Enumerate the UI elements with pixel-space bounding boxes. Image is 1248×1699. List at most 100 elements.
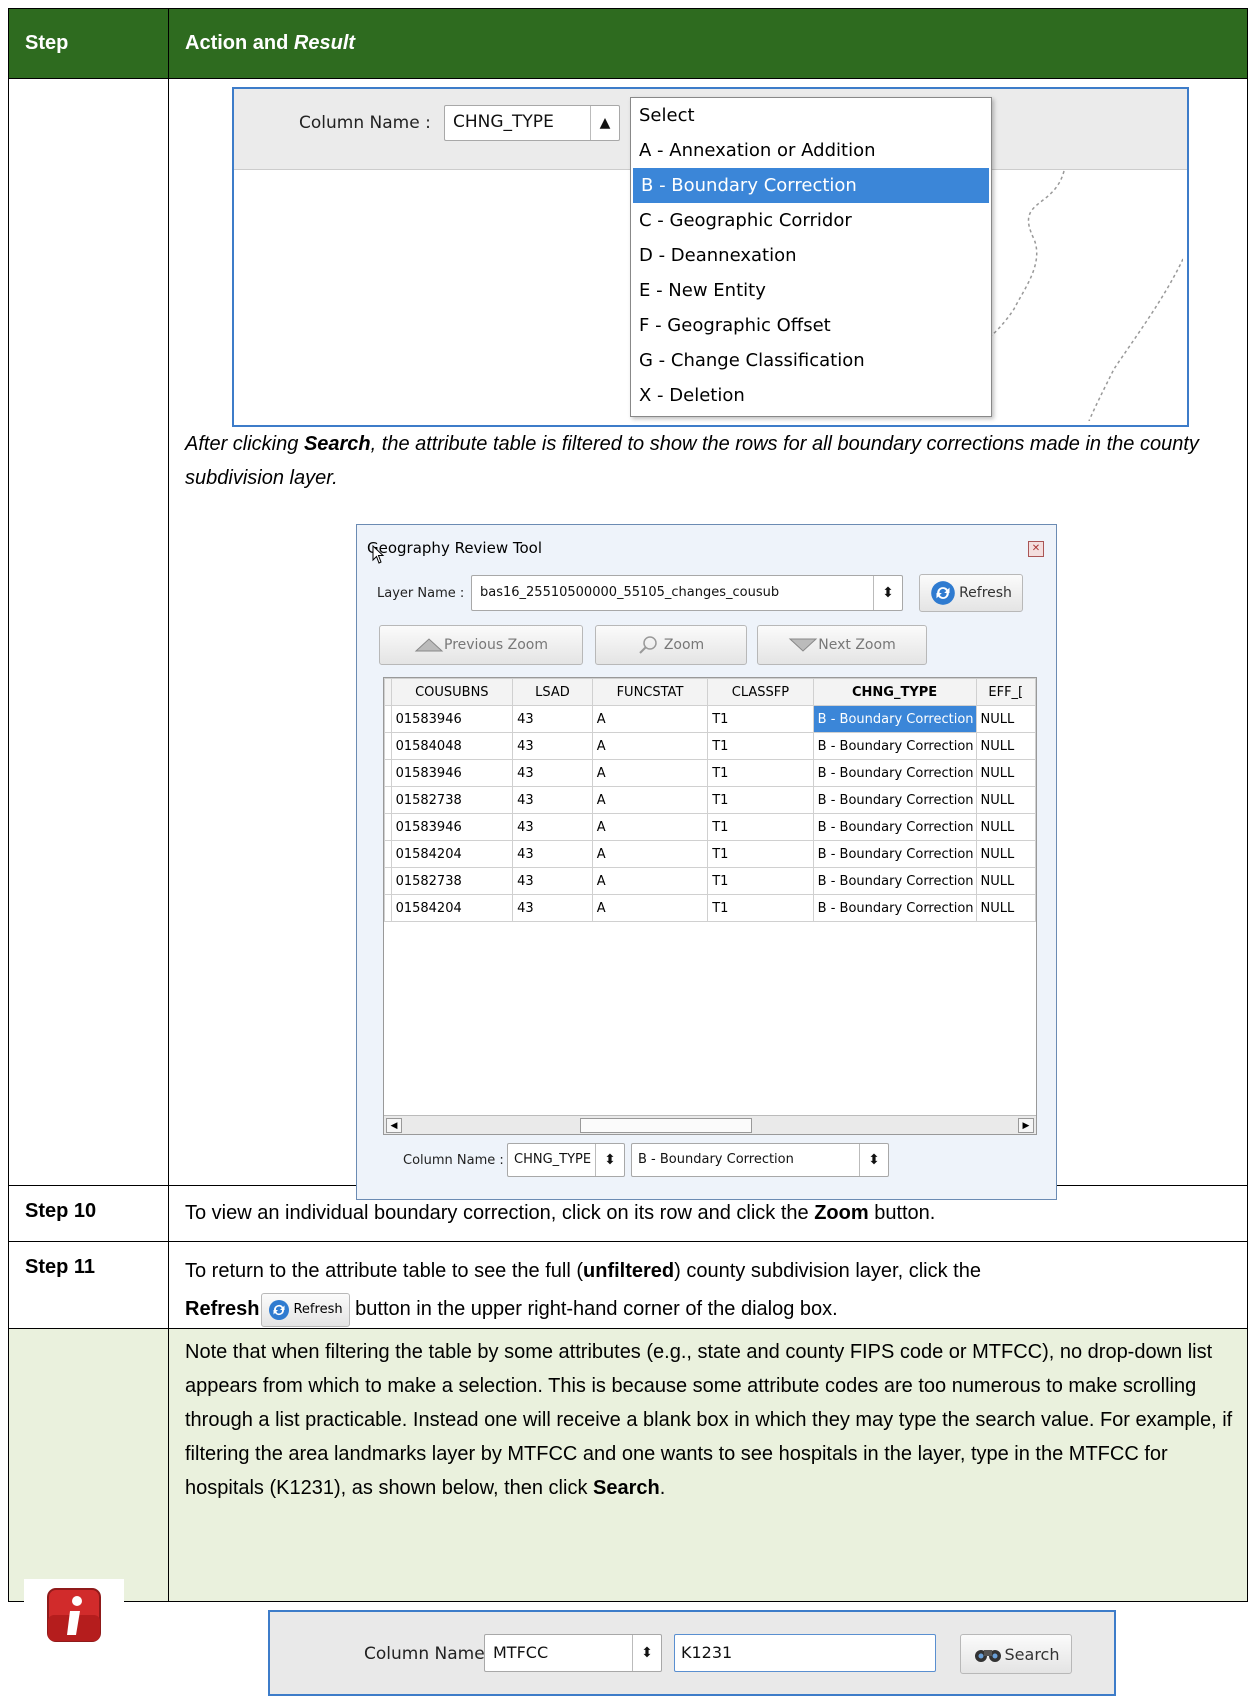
refresh-button[interactable]: Refresh <box>919 574 1023 612</box>
col-header[interactable]: CHNG_TYPE <box>812 678 977 706</box>
scroll-right-icon[interactable]: ▶ <box>1018 1118 1034 1133</box>
cell[interactable]: T1 <box>707 867 814 895</box>
dropdown-option[interactable]: F - Geographic Offset <box>631 308 991 343</box>
dropdown-option[interactable]: X - Deletion <box>631 378 991 413</box>
cell[interactable]: 43 <box>512 786 593 814</box>
cell[interactable]: NULL <box>975 894 1036 922</box>
close-icon[interactable]: ✕ <box>1028 541 1044 557</box>
col-header[interactable]: COUSUBNS <box>390 678 514 706</box>
dropdown-option-selected[interactable]: B - Boundary Correction <box>633 168 989 203</box>
table-row[interactable]: 01582738 43 A T1 B - Boundary Correction NULL <box>384 786 1036 814</box>
cell[interactable]: 01584204 <box>390 894 514 922</box>
step10-label: Step 10 <box>25 1200 97 1222</box>
previous-zoom-button[interactable]: Previous Zoom <box>379 625 583 665</box>
result-caption: After clicking Search, the attribute tab… <box>185 433 1199 489</box>
scroll-thumb[interactable] <box>580 1118 752 1133</box>
col-header[interactable]: EFF_[ <box>975 678 1036 706</box>
cell[interactable]: A <box>591 786 709 814</box>
table-row[interactable]: 01584048 43 A T1 B - Boundary Correction NULL <box>384 732 1036 760</box>
refresh-icon <box>269 1299 290 1320</box>
change-type-dropdown-list[interactable]: Select A - Annexation or Addition B - Bo… <box>630 97 992 417</box>
cell[interactable]: T1 <box>707 705 814 733</box>
cell[interactable]: T1 <box>707 813 814 841</box>
table-row[interactable]: 01582738 43 A T1 B - Boundary Correction NULL <box>384 867 1036 895</box>
cell[interactable]: B - Boundary Correction <box>812 840 977 868</box>
cell[interactable]: NULL <box>975 705 1036 733</box>
cell[interactable]: 01583946 <box>390 705 514 733</box>
cell[interactable]: NULL <box>975 840 1036 868</box>
cell[interactable]: 43 <box>512 759 593 787</box>
layer-name-select[interactable]: bas16_25510500000_55105_changes_cousub ⬍ <box>471 575 903 611</box>
col-header[interactable]: CLASSFP <box>707 678 814 706</box>
cell[interactable]: T1 <box>707 894 814 922</box>
zoom-button[interactable]: Zoom <box>595 625 747 665</box>
table-row[interactable]: 01584204 43 A T1 B - Boundary Correction NULL <box>384 840 1036 868</box>
cell[interactable]: 01582738 <box>390 867 514 895</box>
search-button[interactable]: Search <box>960 1634 1072 1674</box>
select-arrows-icon: ⬍ <box>859 1144 888 1176</box>
cell[interactable]: B - Boundary Correction <box>812 732 977 760</box>
cell[interactable]: B - Boundary Correction <box>812 894 977 922</box>
cell-selected[interactable]: B - Boundary Correction <box>812 705 977 733</box>
cell[interactable]: B - Boundary Correction <box>812 813 977 841</box>
dropdown-option[interactable]: G - Change Classification <box>631 343 991 378</box>
col-header[interactable]: FUNCSTAT <box>591 678 709 706</box>
column-name-select[interactable]: CHNG_TYPE ▲ <box>444 105 620 141</box>
cell[interactable]: NULL <box>975 732 1036 760</box>
cell[interactable]: 01583946 <box>390 813 514 841</box>
cell[interactable]: B - Boundary Correction <box>812 759 977 787</box>
cell[interactable]: 01583946 <box>390 759 514 787</box>
column-name-select[interactable]: CHNG_TYPE ⬍ <box>507 1143 625 1177</box>
cell[interactable]: B - Boundary Correction <box>812 867 977 895</box>
cell[interactable]: 43 <box>512 732 593 760</box>
cell[interactable]: 43 <box>512 840 593 868</box>
table-row[interactable]: 01583946 43 A T1 B - Boundary Correction NULL <box>384 759 1036 787</box>
header-action: Action and Result <box>168 8 1248 79</box>
select-arrows-icon: ⬍ <box>595 1144 624 1176</box>
dropdown-option[interactable]: Select <box>631 98 991 133</box>
cell[interactable]: A <box>591 705 709 733</box>
cell[interactable]: T1 <box>707 759 814 787</box>
cell[interactable]: A <box>591 813 709 841</box>
cell[interactable]: NULL <box>975 867 1036 895</box>
dropdown-option[interactable]: A - Annexation or Addition <box>631 133 991 168</box>
table-row[interactable]: 01583946 43 A T1 B - Boundary Correction NULL <box>384 813 1036 841</box>
cell[interactable]: NULL <box>975 759 1036 787</box>
cell[interactable]: NULL <box>975 786 1036 814</box>
cell[interactable]: 01584048 <box>390 732 514 760</box>
cell[interactable]: T1 <box>707 732 814 760</box>
scroll-left-icon[interactable]: ◀ <box>386 1118 402 1133</box>
cell[interactable]: 43 <box>512 813 593 841</box>
col-header[interactable]: LSAD <box>512 678 593 706</box>
table-row[interactable]: 01584204 43 A T1 B - Boundary Correction NULL <box>384 894 1036 922</box>
down-arrow-icon <box>789 638 818 652</box>
cell[interactable]: T1 <box>707 786 814 814</box>
step11-label: Step 11 <box>25 1256 96 1278</box>
column-name-select[interactable]: MTFCC ⬍ <box>484 1634 662 1672</box>
column-name-label: Column Name : <box>364 1644 496 1664</box>
next-zoom-button[interactable]: Next Zoom <box>757 625 927 665</box>
dropdown-option[interactable]: C - Geographic Corridor <box>631 203 991 238</box>
table-row[interactable]: 01583946 43 A T1 B - Boundary Correction NULL <box>384 705 1036 733</box>
mouse-cursor-icon <box>372 545 385 564</box>
cell[interactable]: B - Boundary Correction <box>812 786 977 814</box>
cell[interactable]: A <box>591 867 709 895</box>
cell[interactable]: 43 <box>512 894 593 922</box>
cell[interactable]: 01582738 <box>390 786 514 814</box>
cell[interactable]: NULL <box>975 813 1036 841</box>
cell[interactable]: A <box>591 759 709 787</box>
dropdown-option[interactable]: D - Deannexation <box>631 238 991 273</box>
cell[interactable]: A <box>591 732 709 760</box>
cell[interactable]: 01584204 <box>390 840 514 868</box>
cell[interactable]: A <box>591 894 709 922</box>
cell[interactable]: 43 <box>512 867 593 895</box>
cell[interactable]: 43 <box>512 705 593 733</box>
cell[interactable]: T1 <box>707 840 814 868</box>
filter-value-select[interactable]: B - Boundary Correction ⬍ <box>631 1143 889 1177</box>
cell[interactable]: A <box>591 840 709 868</box>
mtfcc-search-screenshot: Column Name : MTFCC ⬍ K1231 Search <box>268 1610 1116 1696</box>
dropdown-option[interactable]: E - New Entity <box>631 273 991 308</box>
search-value-input[interactable]: K1231 <box>674 1634 936 1672</box>
table-header-row: COUSUBNS LSAD FUNCSTAT CLASSFP CHNG_TYPE… <box>384 678 1036 706</box>
horizontal-scrollbar[interactable]: ◀ ▶ <box>384 1115 1036 1134</box>
